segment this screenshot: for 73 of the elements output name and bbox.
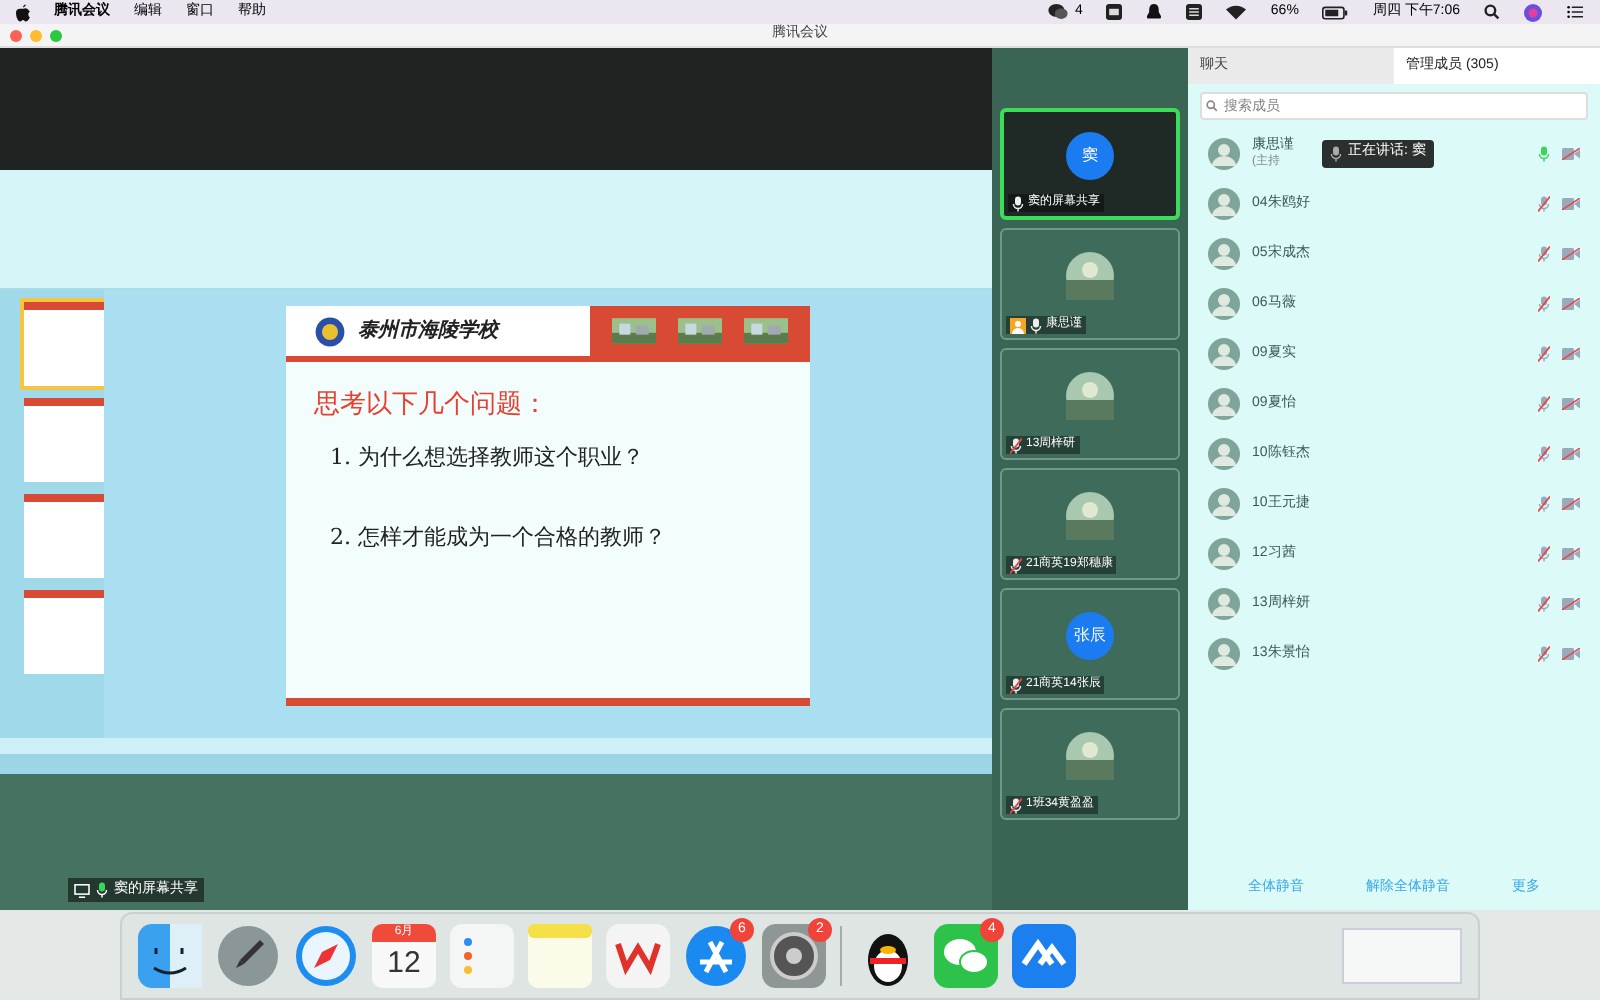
mic-icon xyxy=(1330,145,1342,161)
slide-text: 2. 怎样才能成为一个合格的教师？ xyxy=(330,522,668,554)
slide-thumbnail[interactable] xyxy=(24,590,104,674)
chat-bubble-icon[interactable] xyxy=(1047,4,1067,20)
slide-thumbnail[interactable] xyxy=(24,302,104,386)
camera-off-icon[interactable] xyxy=(1562,147,1580,159)
camera-off-icon[interactable] xyxy=(1562,297,1580,309)
school-logo-icon xyxy=(314,315,346,347)
muted-mic-icon[interactable] xyxy=(1538,495,1550,511)
window-thumbnail[interactable] xyxy=(1342,928,1462,984)
camera-off-icon[interactable] xyxy=(1562,547,1580,559)
muted-mic-icon[interactable] xyxy=(1538,545,1550,561)
muted-mic-icon[interactable] xyxy=(1538,395,1550,411)
slide-heading: 思考以下几个问题： xyxy=(314,388,550,424)
mic-icon xyxy=(96,882,108,898)
avatar xyxy=(1208,487,1240,519)
avatar xyxy=(1208,187,1240,219)
search-icon[interactable] xyxy=(1484,4,1500,20)
avatar xyxy=(1208,587,1240,619)
muted-mic-icon[interactable] xyxy=(1538,445,1550,461)
slide-thumbnail[interactable] xyxy=(24,494,104,578)
meeting-app-icon[interactable] xyxy=(1012,924,1076,988)
school-name: 泰州市海陵学校 xyxy=(358,316,498,346)
avatar xyxy=(1208,287,1240,319)
avatar: 张辰 xyxy=(1066,612,1114,660)
compass-icon[interactable] xyxy=(294,924,358,988)
camera-off-icon[interactable] xyxy=(1562,497,1580,509)
muted-mic-icon[interactable] xyxy=(1538,295,1550,311)
camera-off-icon[interactable] xyxy=(1562,197,1580,209)
camera-off-icon[interactable] xyxy=(1562,247,1580,259)
reminders-icon[interactable] xyxy=(450,924,514,988)
notification-center-icon[interactable] xyxy=(1566,4,1584,20)
slide-thumbnail[interactable] xyxy=(24,398,104,482)
muted-mic-icon[interactable] xyxy=(1538,245,1550,261)
wps-icon[interactable] xyxy=(606,924,670,988)
camera-off-icon[interactable] xyxy=(1562,397,1580,409)
avatar xyxy=(1208,337,1240,369)
avatar xyxy=(1066,732,1114,780)
avatar xyxy=(1066,492,1114,540)
avatar: 窦 xyxy=(1066,132,1114,180)
list-app-icon[interactable] xyxy=(1186,4,1203,20)
zoom-button[interactable] xyxy=(50,29,62,41)
screen-icon xyxy=(74,883,90,897)
avatar xyxy=(1208,437,1240,469)
siri-icon[interactable] xyxy=(1524,3,1542,21)
wifi-icon[interactable] xyxy=(1226,4,1247,20)
search-icon xyxy=(1206,100,1218,112)
avatar xyxy=(1208,637,1240,669)
camera-off-icon[interactable] xyxy=(1562,447,1580,459)
avatar xyxy=(1208,137,1240,169)
app-store-icon[interactable] xyxy=(684,924,748,988)
battery-icon[interactable] xyxy=(1322,5,1349,19)
avatar xyxy=(1208,237,1240,269)
finder-icon[interactable] xyxy=(138,924,202,988)
slide-text: 1. 为什么想选择教师这个职业？ xyxy=(330,441,646,473)
avatar xyxy=(1066,252,1114,300)
camera-off-icon[interactable] xyxy=(1562,647,1580,659)
status-app-icon[interactable] xyxy=(1106,4,1123,20)
gear-icon[interactable] xyxy=(762,924,826,988)
calendar-day: 12 xyxy=(387,942,421,986)
penguin-icon[interactable] xyxy=(1146,4,1163,20)
muted-mic-icon[interactable] xyxy=(1538,645,1550,661)
avatar xyxy=(1066,372,1114,420)
camera-off-icon[interactable] xyxy=(1562,347,1580,359)
avatar xyxy=(1208,387,1240,419)
avatar xyxy=(1208,537,1240,569)
muted-mic-icon[interactable] xyxy=(1538,195,1550,211)
muted-mic-icon[interactable] xyxy=(1538,595,1550,611)
muted-mic-icon[interactable] xyxy=(1538,345,1550,361)
apple-icon[interactable] xyxy=(16,3,30,21)
chat-bubbles-icon[interactable] xyxy=(934,924,998,988)
close-button[interactable] xyxy=(10,29,22,41)
camera-off-icon[interactable] xyxy=(1562,597,1580,609)
